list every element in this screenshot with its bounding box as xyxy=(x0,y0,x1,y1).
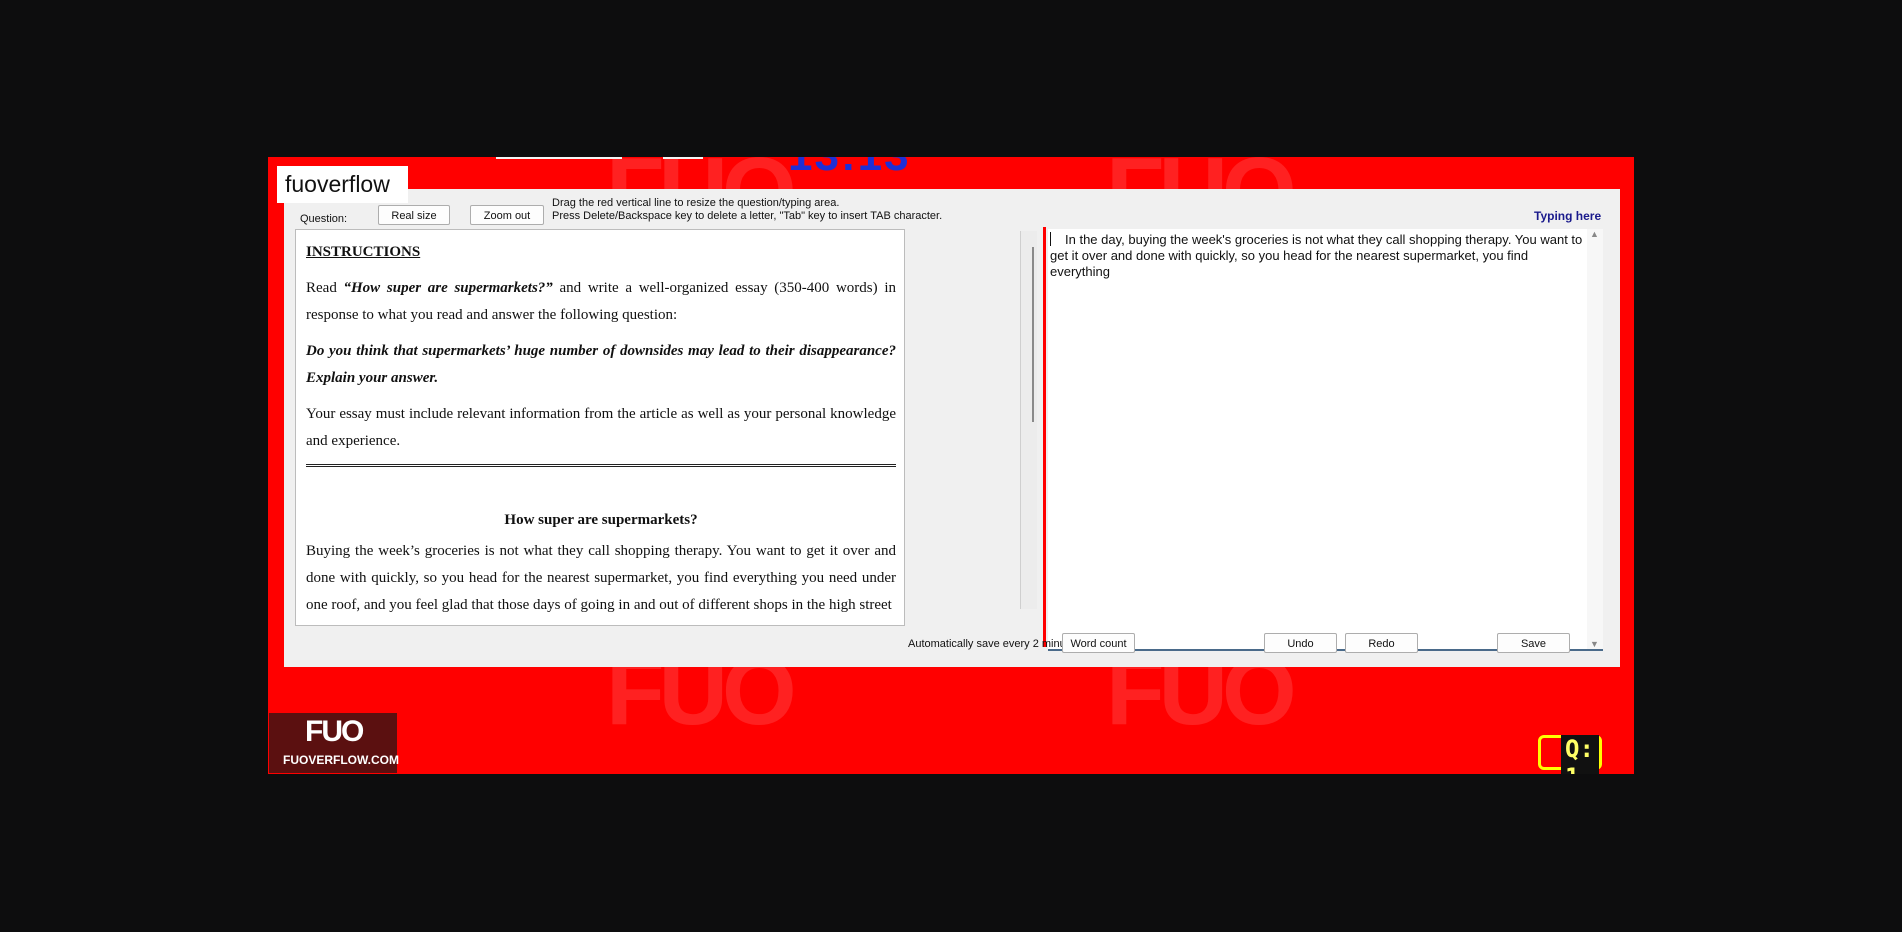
section-divider xyxy=(306,464,896,467)
typing-vertical-scrollbar[interactable]: ▲ ▼ xyxy=(1587,229,1603,649)
question-content: INSTRUCTIONS Read “How super are superma… xyxy=(306,239,896,625)
essay-requirement: Your essay must include relevant informa… xyxy=(306,406,896,449)
essay-text: In the day, buying the week's groceries … xyxy=(1050,232,1583,279)
question-vertical-scrollbar[interactable] xyxy=(1020,231,1037,609)
instructions-paragraph: Read “How super are supermarkets?” and w… xyxy=(306,275,896,329)
logo-site-name: FUOVERFLOW.COM xyxy=(283,753,399,767)
save-button[interactable]: Save xyxy=(1497,633,1570,653)
question-label: Question: xyxy=(300,213,348,225)
question-pane[interactable]: INSTRUCTIONS Read “How super are superma… xyxy=(295,229,905,626)
read-prefix: Read xyxy=(306,280,344,296)
question-number: Q: 1 xyxy=(1561,735,1599,774)
article-body: Buying the week’s groceries is not what … xyxy=(306,543,896,613)
real-size-button[interactable]: Real size xyxy=(378,205,450,225)
resize-hint: Drag the red vertical line to resize the… xyxy=(552,197,840,209)
text-caret xyxy=(1050,232,1051,246)
brand-label: fuoverflow xyxy=(277,166,408,203)
essay-question: Do you think that supermarkets’ huge num… xyxy=(306,343,896,386)
zoom-out-button[interactable]: Zoom out xyxy=(470,205,544,225)
toolbar-hint: Drag the red vertical line to resize the… xyxy=(552,197,942,223)
logo-mark: FUO xyxy=(305,715,364,748)
scroll-up-icon[interactable]: ▲ xyxy=(1590,229,1599,239)
article-title: How super are supermarkets? xyxy=(504,512,698,528)
exam-window: Question: Real size Zoom out Drag the re… xyxy=(284,189,1620,667)
autosave-note: Automatically save every 2 minutes. xyxy=(908,638,1084,650)
question-number-badge: Q: 1 xyxy=(1538,735,1602,774)
typing-here-label: Typing here xyxy=(1534,209,1602,223)
exam-stage: 13:13 FUO FUO FUO FUO Question: Real siz… xyxy=(268,157,1634,774)
keyboard-hint: Press Delete/Backspace key to delete a l… xyxy=(552,210,943,222)
scroll-down-icon[interactable]: ▼ xyxy=(1590,639,1599,649)
countdown-timer: 13:13 xyxy=(788,157,911,181)
article-title-reference: “How super are supermarkets?” xyxy=(343,280,553,296)
scroll-indicator xyxy=(1032,247,1034,422)
word-count-button[interactable]: Word count xyxy=(1062,633,1135,653)
essay-input[interactable]: In the day, buying the week's groceries … xyxy=(1050,232,1585,280)
top-control-strip xyxy=(496,157,622,159)
site-logo: FUO FUOVERFLOW.COM xyxy=(269,713,399,773)
typing-area[interactable]: In the day, buying the week's groceries … xyxy=(1048,229,1603,651)
resize-divider[interactable] xyxy=(1043,227,1046,647)
undo-button[interactable]: Undo xyxy=(1264,633,1337,653)
redo-button[interactable]: Redo xyxy=(1345,633,1418,653)
instructions-heading: INSTRUCTIONS xyxy=(306,244,421,260)
